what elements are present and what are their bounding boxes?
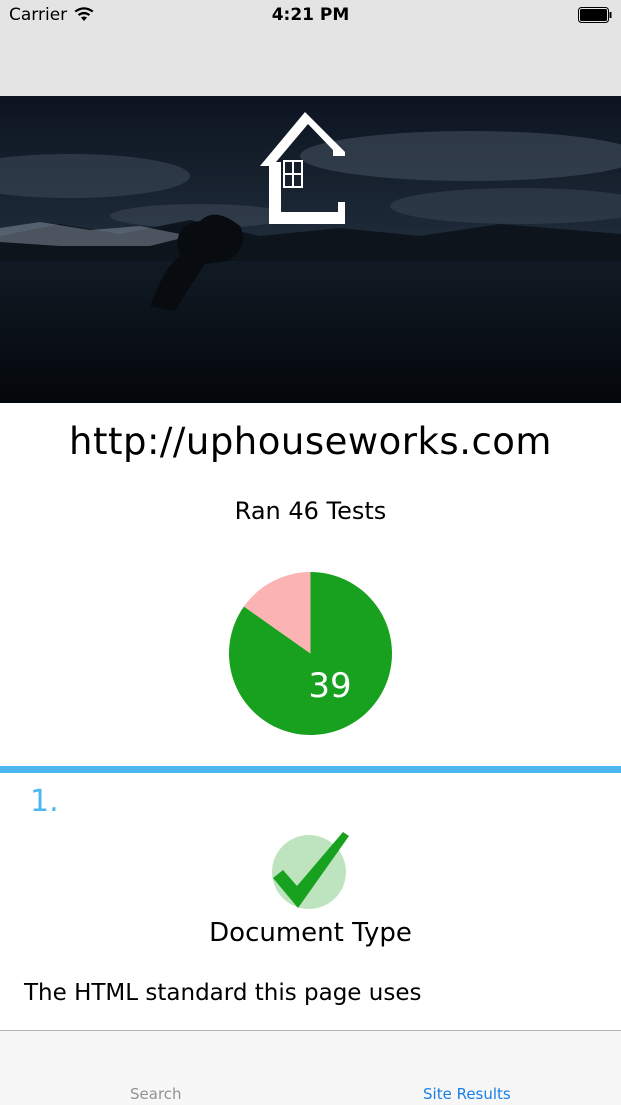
section-divider xyxy=(0,766,621,773)
house-logo-icon xyxy=(260,112,345,224)
battery-icon xyxy=(578,7,612,23)
result-title: Document Type xyxy=(209,918,412,948)
result-description: The HTML standard this page uses xyxy=(24,980,422,1006)
tab-bar: Search Site Results xyxy=(0,1030,621,1105)
tab-search[interactable]: Search xyxy=(130,1085,182,1103)
status-bar: Carrier 4:21 PM xyxy=(0,0,621,30)
tab-site-results[interactable]: Site Results xyxy=(423,1085,511,1103)
navigation-bar xyxy=(0,30,621,96)
site-url-title: http://uphouseworks.com xyxy=(69,420,552,463)
site-header-image xyxy=(0,96,621,403)
tests-ran-count: Ran 46 Tests xyxy=(234,497,387,525)
results-pie-chart xyxy=(229,572,392,735)
result-number: 1. xyxy=(30,784,59,819)
pie-center-label: 39 xyxy=(308,666,352,706)
check-icon xyxy=(272,832,349,909)
clock: 4:21 PM xyxy=(271,5,350,25)
